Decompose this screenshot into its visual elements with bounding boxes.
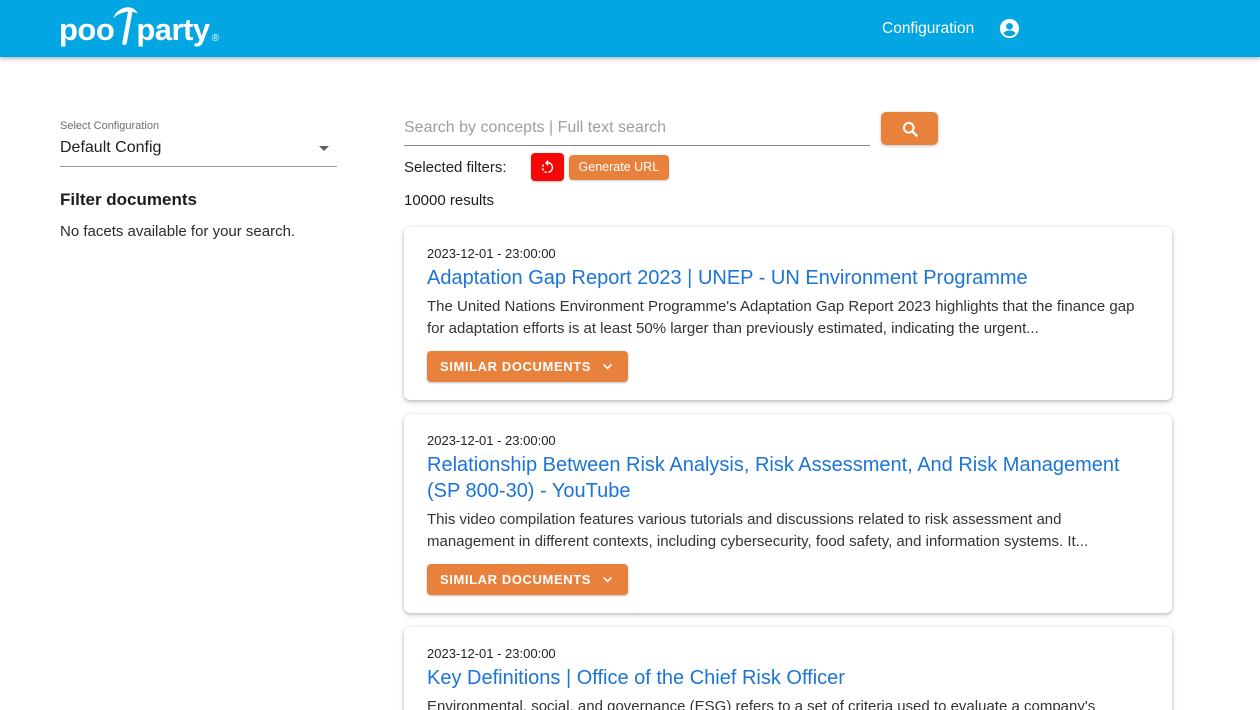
result-date: 2023-12-01 - 23:00:00 [427,434,1149,448]
result-card: 2023-12-01 - 23:00:00 Adaptation Gap Rep… [404,227,1172,400]
reset-filters-button[interactable] [531,153,564,181]
rotate-left-icon [539,159,556,176]
logo-text-pre: poo [59,8,114,52]
result-card: 2023-12-01 - 23:00:00 Key Definitions | … [404,627,1172,710]
similar-documents-button[interactable]: SIMILAR DOCUMENTS [427,351,628,382]
results-count: 10000 results [404,192,1172,209]
result-description: This video compilation features various … [427,509,1149,553]
app-header: poo party ® Configuration [0,0,1260,57]
sidebar: Select Configuration Default Config Filt… [60,120,337,240]
generate-url-button[interactable]: Generate URL [569,155,670,180]
result-title-link[interactable]: Adaptation Gap Report 2023 | UNEP - UN E… [427,265,1149,291]
search-button[interactable] [881,112,938,145]
result-title-link[interactable]: Key Definitions | Office of the Chief Ri… [427,665,1149,691]
selected-filters-row: Selected filters: Generate URL [404,153,1172,181]
header-nav: Configuration [882,0,1021,57]
result-date: 2023-12-01 - 23:00:00 [427,247,1149,261]
select-configuration-label: Select Configuration [60,120,337,132]
similar-documents-label: SIMILAR DOCUMENTS [440,359,591,374]
filter-documents-heading: Filter documents [60,190,337,210]
search-icon [900,119,920,139]
result-description: Environmental, social, and governance (E… [427,696,1149,710]
similar-documents-label: SIMILAR DOCUMENTS [440,572,591,587]
chevron-down-icon [600,359,615,374]
result-title-link[interactable]: Relationship Between Risk Analysis, Risk… [427,452,1149,504]
result-card: 2023-12-01 - 23:00:00 Relationship Betwe… [404,414,1172,613]
poolparty-logo[interactable]: poo party ® [59,5,219,52]
result-date: 2023-12-01 - 23:00:00 [427,647,1149,661]
search-row [404,112,1172,146]
search-input[interactable] [404,112,870,146]
no-facets-message: No facets available for your search. [60,223,337,240]
configuration-select-value: Default Config [60,139,161,157]
umbrella-icon [113,5,138,45]
caret-down-icon [319,146,329,151]
selected-filters-label: Selected filters: [404,159,507,176]
logo-registered-mark: ® [212,33,219,44]
results-list: 2023-12-01 - 23:00:00 Adaptation Gap Rep… [404,227,1172,710]
configuration-select[interactable]: Default Config [60,139,337,167]
result-description: The United Nations Environment Programme… [427,296,1149,340]
account-circle-icon[interactable] [998,17,1021,40]
chevron-down-icon [600,572,615,587]
similar-documents-button[interactable]: SIMILAR DOCUMENTS [427,564,628,595]
configuration-link[interactable]: Configuration [882,20,974,38]
main-content: Selected filters: Generate URL 10000 res… [404,112,1172,710]
logo-text-post: party [136,8,209,52]
